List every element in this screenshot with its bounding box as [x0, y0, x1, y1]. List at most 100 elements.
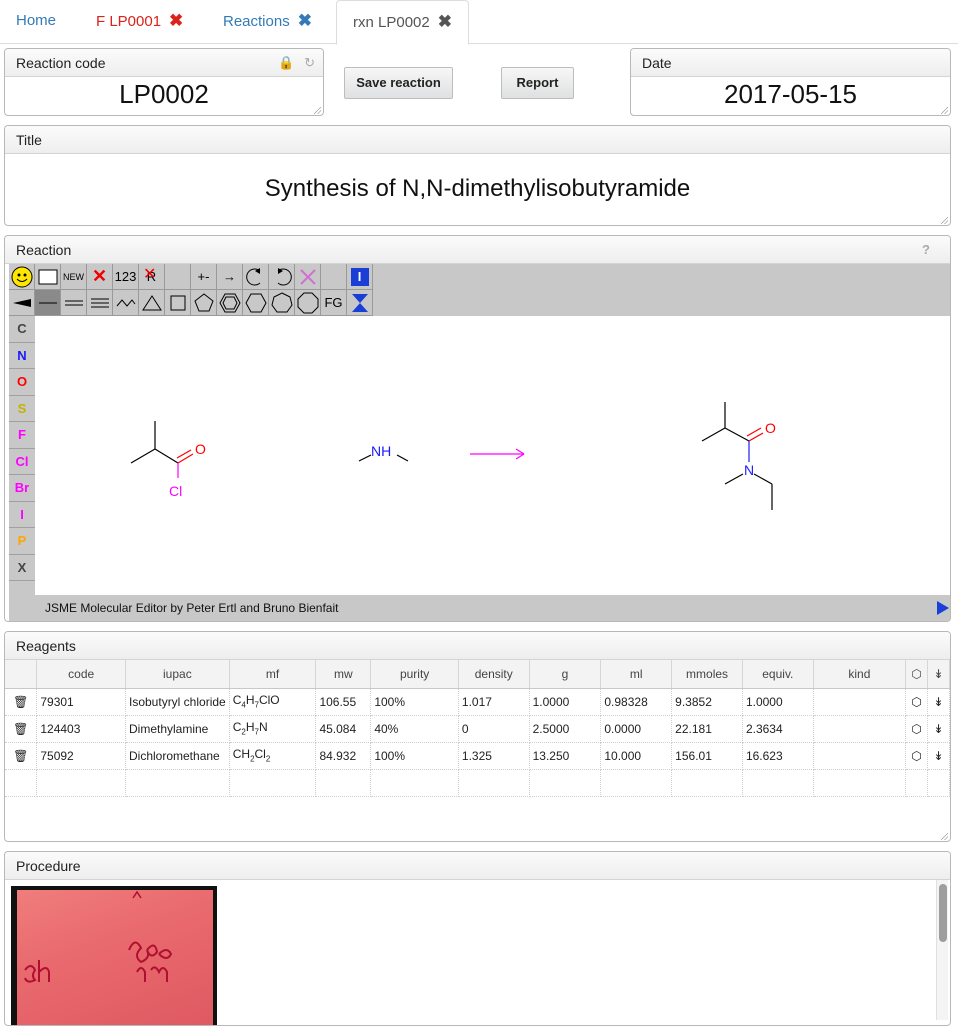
tab-home[interactable]: Home — [0, 0, 72, 44]
clear-rect-icon[interactable] — [35, 264, 61, 290]
move-icon[interactable]: ↡ — [927, 688, 950, 716]
cell-equiv[interactable]: 1.0000 — [742, 688, 814, 716]
fg-button[interactable]: FG — [321, 290, 347, 316]
atom-n-button[interactable]: N — [9, 343, 35, 369]
column-header[interactable]: mw — [315, 660, 372, 689]
empty-cell[interactable] — [5, 769, 38, 797]
column-header[interactable]: ml — [600, 660, 673, 689]
refresh-icon[interactable]: ↻ — [304, 55, 315, 70]
redo-icon[interactable] — [269, 264, 295, 290]
cell-purity[interactable]: 40% — [370, 715, 459, 743]
close-icon[interactable]: ✖ — [169, 11, 183, 30]
empty-cell[interactable] — [927, 769, 950, 797]
rgroup-delete-icon[interactable]: R ✕ — [139, 264, 165, 290]
tab-f-lp0001[interactable]: F LP0001 ✖ — [80, 0, 199, 44]
cell-density[interactable]: 0 — [458, 715, 530, 743]
wedge-bond-icon[interactable] — [9, 290, 35, 316]
column-header[interactable]: code — [36, 660, 126, 689]
close-icon[interactable]: ✖ — [438, 12, 452, 31]
resize-handle[interactable] — [941, 107, 948, 114]
undo-icon[interactable] — [243, 264, 269, 290]
tab-rxn-lp0002[interactable]: rxn LP0002 ✖ — [336, 0, 469, 45]
ring8-icon[interactable] — [295, 290, 321, 316]
lock-icon[interactable]: 🔒 — [278, 55, 294, 70]
atom-br-button[interactable]: Br — [9, 475, 35, 502]
atom-o-button[interactable]: O — [9, 369, 35, 396]
triple-bond-icon[interactable] — [87, 290, 113, 316]
ring5-icon[interactable] — [191, 290, 217, 316]
table-row[interactable]: 🗑 75092 Dichloromethane CH2Cl2 84.932 10… — [5, 742, 950, 770]
trash-icon[interactable]: 🗑 — [5, 742, 38, 770]
sort-icon[interactable]: ↡ — [927, 660, 950, 689]
molecule-isobutyryl-chloride[interactable] — [130, 421, 194, 478]
cell-ml[interactable]: 10.000 — [600, 742, 673, 770]
empty-cell[interactable] — [600, 769, 673, 797]
procedure-editor[interactable] — [5, 880, 950, 1025]
empty-cell[interactable] — [458, 769, 530, 797]
empty-cell[interactable] — [370, 769, 459, 797]
ring4-icon[interactable] — [165, 290, 191, 316]
arrow-button[interactable]: → — [217, 264, 243, 290]
empty-cell[interactable] — [671, 769, 743, 797]
cell-mw[interactable]: 84.932 — [315, 742, 372, 770]
empty-cell[interactable] — [125, 769, 230, 797]
column-header[interactable]: kind — [813, 660, 907, 689]
chain-icon[interactable] — [113, 290, 139, 316]
tab-reactions[interactable]: Reactions ✖ — [207, 0, 328, 44]
structure-icon[interactable]: ⬡ — [905, 688, 929, 716]
resize-handle[interactable] — [314, 107, 321, 114]
table-row[interactable]: 🗑 79301 Isobutyryl chloride C4H7ClO 106.… — [5, 688, 950, 716]
ring3-icon[interactable] — [139, 290, 165, 316]
trash-icon[interactable]: 🗑 — [5, 688, 38, 716]
trash-icon[interactable]: 🗑 — [5, 715, 38, 743]
new-button[interactable]: NEW — [61, 264, 87, 290]
empty-cell[interactable] — [36, 769, 126, 797]
cell-mmoles[interactable]: 22.181 — [671, 715, 743, 743]
structure-icon[interactable]: ⬡ — [905, 715, 929, 743]
cell-kind[interactable] — [813, 688, 907, 716]
close-icon[interactable]: ✖ — [298, 11, 312, 30]
cell-density[interactable]: 1.017 — [458, 688, 530, 716]
atom-c-button[interactable]: C — [9, 316, 35, 343]
scrollbar-thumb[interactable] — [939, 884, 947, 942]
cell-purity[interactable]: 100% — [370, 742, 459, 770]
atom-s-button[interactable]: S — [9, 396, 35, 422]
title-field[interactable]: Synthesis of N,N-dimethylisobutyramide — [5, 154, 950, 224]
mark-icon[interactable] — [295, 264, 321, 290]
column-header[interactable]: g — [529, 660, 602, 689]
cell-purity[interactable]: 100% — [370, 688, 459, 716]
resize-handle[interactable] — [941, 833, 948, 840]
cell-mmoles[interactable]: 156.01 — [671, 742, 743, 770]
smiley-icon[interactable] — [9, 264, 35, 290]
jsme-editor[interactable]: NEW ✕ 123 R ✕ +- → I FG C N O S F Cl Br … — [9, 264, 950, 621]
column-header[interactable]: iupac — [125, 660, 230, 689]
delete-icon[interactable]: ✕ — [87, 264, 113, 290]
move-icon[interactable]: ↡ — [927, 715, 950, 743]
atom-i-button[interactable]: I — [9, 502, 35, 528]
cell-ml[interactable]: 0.0000 — [600, 715, 673, 743]
atom-x-button[interactable]: X — [9, 555, 35, 581]
column-header[interactable]: purity — [370, 660, 459, 689]
cell-mw[interactable]: 106.55 — [315, 688, 372, 716]
structure-icon[interactable]: ⬡ — [905, 660, 929, 689]
cell-g[interactable]: 2.5000 — [529, 715, 602, 743]
atom-f-button[interactable]: F — [9, 422, 35, 449]
info-icon[interactable]: I — [347, 264, 373, 290]
column-header[interactable]: equiv. — [742, 660, 814, 689]
table-row[interactable]: 🗑 124403 Dimethylamine C2H7N 45.084 40% … — [5, 715, 950, 743]
play-icon[interactable] — [937, 601, 949, 615]
cell-kind[interactable] — [813, 715, 907, 743]
cell-g[interactable]: 13.250 — [529, 742, 602, 770]
charge-button[interactable]: +- — [191, 264, 217, 290]
hourglass-icon[interactable] — [347, 290, 373, 316]
cell-code[interactable]: 75092 — [36, 742, 126, 770]
resize-handle[interactable] — [941, 217, 948, 224]
move-icon[interactable]: ↡ — [927, 742, 950, 770]
cell-ml[interactable]: 0.98328 — [600, 688, 673, 716]
cell-density[interactable]: 1.325 — [458, 742, 530, 770]
column-header[interactable]: density — [458, 660, 530, 689]
cell-mf[interactable]: C4H7ClO — [229, 688, 317, 716]
cell-mmoles[interactable]: 9.3852 — [671, 688, 743, 716]
empty-cell[interactable] — [229, 769, 317, 797]
cell-mf[interactable]: CH2Cl2 — [229, 742, 317, 770]
